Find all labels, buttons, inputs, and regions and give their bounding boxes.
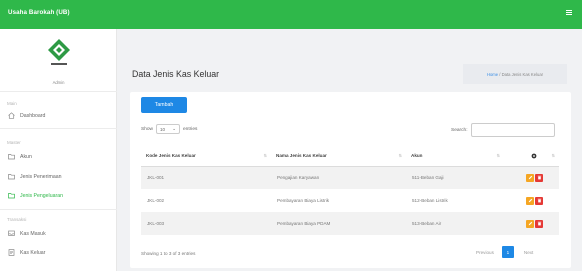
cell-nama: Pembayaran Biaya PDAM xyxy=(271,212,406,235)
sidebar-item-kas-masuk[interactable]: Kas Masuk xyxy=(7,227,111,240)
sort-icon: ⇅ xyxy=(496,153,500,158)
gear-icon xyxy=(531,153,537,159)
sidebar-item-label: Kas Keluar xyxy=(20,249,46,256)
logo xyxy=(48,39,70,65)
chevron-down-icon: ⌄ xyxy=(172,126,176,131)
breadcrumb-home[interactable]: Home xyxy=(487,72,498,77)
column-header[interactable]: Kode Jenis Kas Keluar ⇅ xyxy=(141,146,271,167)
pencil-icon xyxy=(528,176,532,180)
user-label: Admin xyxy=(52,80,65,85)
divider xyxy=(0,128,117,129)
inbox-icon xyxy=(7,229,16,238)
cell-nama: Pembayaran Biaya Listrik xyxy=(277,198,330,203)
home-icon xyxy=(7,111,16,120)
entries-control: Show 10 ⌄ entries xyxy=(141,124,197,134)
sidebar-item-label: Akun xyxy=(20,153,32,160)
folder-icon xyxy=(7,191,16,200)
show-label: Show xyxy=(141,126,153,132)
cell-kode: JKL-001 xyxy=(141,166,271,189)
entries-select[interactable]: 10 ⌄ xyxy=(156,124,180,134)
document-icon xyxy=(7,248,16,257)
page-title: Data Jenis Kas Keluar xyxy=(132,69,220,79)
cell-kode: JKL-002 xyxy=(147,198,165,203)
pencil-icon xyxy=(528,221,532,226)
column-header-actions: ⇅ xyxy=(504,146,559,167)
table-header-row: Kode Jenis Kas Keluar ⇅ Nama Jenis Kas Ke… xyxy=(141,146,559,167)
sidebar-item-label: Dashboard xyxy=(20,112,46,119)
column-header[interactable]: Nama Jenis Kas Keluar ⇅ xyxy=(271,146,406,167)
table-row: JKL-003 Pembayaran Biaya PDAM 513-Beban … xyxy=(141,212,559,235)
sidebar-item-label: Jenis Pengeluaran xyxy=(20,192,63,199)
edit-button[interactable] xyxy=(526,219,534,228)
cell-akun: 513-Beban Air xyxy=(406,212,504,235)
sidebar-item-akun[interactable]: Akun xyxy=(7,150,111,163)
divider xyxy=(0,91,117,92)
pagination: Previous 1 Next xyxy=(476,246,533,258)
folder-icon xyxy=(7,152,16,161)
sort-icon: ⇅ xyxy=(551,153,555,158)
table-info: Showing 1 to 3 of 3 entries xyxy=(141,251,196,256)
cell-kode: JKL-003 xyxy=(141,212,271,235)
section-master-heading: Master xyxy=(7,140,21,145)
delete-button[interactable] xyxy=(535,173,543,182)
cell-nama: Pengajian Karyawan xyxy=(271,166,406,189)
pencil-icon xyxy=(528,198,532,203)
trash-icon xyxy=(537,221,541,226)
sidebar: Admin Main Dashboard Master Akun Jenis P… xyxy=(0,29,117,271)
top-navbar: Usaha Barokah (UB) xyxy=(0,0,582,29)
search-label: Search: xyxy=(451,127,468,133)
cell-actions xyxy=(504,166,559,189)
entries-value: 10 xyxy=(160,126,166,132)
app-title[interactable]: Usaha Barokah (UB) xyxy=(8,9,70,16)
entries-label: entries xyxy=(183,126,198,132)
delete-button[interactable] xyxy=(535,219,543,228)
table-row: JKL-001 Pengajian Karyawan 511-Beban Gaj… xyxy=(141,166,559,189)
cell-akun: 511-Beban Gaji xyxy=(406,166,504,189)
sort-icon: ⇅ xyxy=(398,153,402,158)
search-control: Search: xyxy=(451,123,555,137)
trash-icon xyxy=(537,176,541,180)
column-header[interactable]: Akun ⇅ xyxy=(406,146,504,167)
table-row: JKL-002 Pembayaran Biaya Listrik 512-Beb… xyxy=(141,189,559,212)
sidebar-item-label: Jenis Penerimaan xyxy=(20,173,62,180)
sidebar-item-label: Kas Masuk xyxy=(20,230,46,237)
data-table: Kode Jenis Kas Keluar ⇅ Nama Jenis Kas Ke… xyxy=(141,146,559,235)
cell-akun: 512-Beban Listrik xyxy=(412,198,448,203)
trash-icon xyxy=(537,198,541,203)
add-button[interactable]: Tambah xyxy=(141,97,187,113)
previous-button[interactable]: Previous xyxy=(476,250,494,255)
folder-icon xyxy=(7,172,16,181)
edit-button[interactable] xyxy=(526,173,534,182)
delete-button[interactable] xyxy=(535,196,543,205)
page-button-current[interactable]: 1 xyxy=(501,246,514,258)
search-input[interactable] xyxy=(470,123,555,137)
section-transaksi-heading: Transaksi xyxy=(7,217,27,222)
breadcrumb: Home / Data Jenis Kas Keluar xyxy=(463,64,567,84)
sidebar-item-jenis-penerimaan[interactable]: Jenis Penerimaan xyxy=(7,170,111,183)
sidebar-item-kas-keluar[interactable]: Kas Keluar xyxy=(7,246,111,259)
breadcrumb-current: Data Jenis Kas Keluar xyxy=(501,71,544,77)
hamburger-icon[interactable] xyxy=(566,10,572,16)
section-main-heading: Main xyxy=(7,101,17,106)
sidebar-item-dashboard[interactable]: Dashboard xyxy=(7,109,111,122)
sort-icon: ⇅ xyxy=(263,153,267,158)
sidebar-item-jenis-pengeluaran[interactable]: Jenis Pengeluaran xyxy=(7,189,111,202)
next-button[interactable]: Next xyxy=(524,250,533,255)
divider xyxy=(0,209,117,210)
cell-actions xyxy=(504,212,559,235)
cell-actions xyxy=(504,189,559,212)
edit-button[interactable] xyxy=(526,196,534,205)
